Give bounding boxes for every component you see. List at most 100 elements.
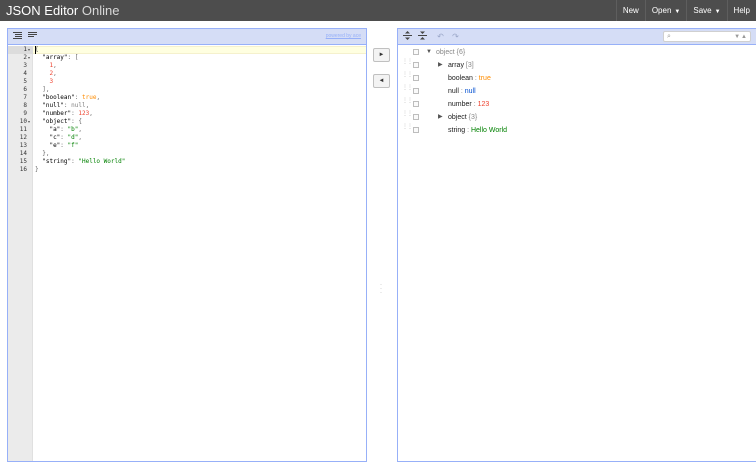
powered-by-ace-link[interactable]: powered by ace — [326, 33, 361, 39]
tree-root-row: ▼ object {6} — [398, 46, 756, 59]
row-select-checkbox[interactable] — [413, 114, 419, 120]
fold-toggle-icon[interactable]: ▾ — [28, 118, 30, 126]
node-key[interactable]: object — [448, 114, 467, 121]
redo-icon: ↷ — [452, 32, 459, 41]
tree-row-null[interactable]: ⋮⋮ null : null — [398, 85, 756, 98]
code-editor-panel: powered by ace 1 ▾ 2 ▾ 3 4 5 6 7 8 9 10 … — [7, 28, 367, 462]
node-field[interactable]: boolean : true — [448, 72, 491, 85]
node-key[interactable]: number — [448, 101, 472, 108]
menu-open[interactable]: Open ▼ — [644, 0, 687, 21]
fold-toggle-icon[interactable]: ▾ — [28, 54, 30, 62]
code-line: "null": null, — [42, 102, 90, 109]
line-number: 14 — [19, 150, 27, 157]
menu-help-label: Help — [733, 6, 750, 15]
logo-title: JSON Editor — [6, 3, 79, 18]
tree-search-input[interactable]: ⌕ ▼▲ — [663, 31, 751, 42]
expand-toggle-icon[interactable]: ▶ — [438, 61, 443, 70]
collapse-all-button[interactable] — [416, 30, 429, 43]
node-key[interactable]: boolean — [448, 75, 473, 82]
drag-handle-icon[interactable]: ⋮⋮ — [402, 59, 413, 69]
format-icon — [13, 32, 22, 39]
line-number: 11 — [19, 126, 27, 133]
fold-toggle-icon[interactable]: ▾ — [28, 46, 30, 54]
code-line: "string": "Hello World" — [42, 158, 126, 165]
node-separator: : — [474, 75, 477, 82]
node-field[interactable]: number : 123 — [448, 98, 489, 111]
collapse-all-icon — [418, 31, 427, 40]
node-key[interactable]: array — [448, 62, 464, 69]
copy-to-tree-button[interactable]: ► — [373, 48, 390, 62]
caret-down-icon: ▼ — [674, 9, 681, 15]
code-line: "c": "d", — [49, 134, 82, 141]
active-line-highlight — [33, 46, 366, 54]
drag-handle-icon[interactable]: ⋮⋮ — [402, 111, 413, 121]
app-header: JSON Editor Online New Open ▼ Save ▼ Help — [0, 0, 756, 21]
node-key[interactable]: string — [448, 127, 465, 134]
node-value[interactable]: null — [465, 88, 476, 95]
expand-toggle-icon[interactable]: ▶ — [438, 113, 443, 122]
code-line: ], — [42, 86, 50, 93]
row-select-checkbox[interactable] — [413, 127, 419, 133]
row-select-checkbox[interactable] — [413, 49, 419, 55]
tree-row-object[interactable]: ⋮⋮ ▶ object {3} — [398, 111, 756, 124]
line-number: 5 — [23, 78, 27, 85]
code-text-area[interactable]: { "array": [ 1, 2, 3 ], "boolean": true,… — [33, 46, 366, 461]
code-line: } — [35, 166, 39, 173]
line-gutter: 1 ▾ 2 ▾ 3 4 5 6 7 8 9 10 ▾ 11 12 13 14 1… — [8, 46, 33, 461]
redo-button[interactable]: ↷ — [449, 30, 462, 43]
search-nav-icon[interactable]: ▼▲ — [734, 32, 748, 42]
row-select-checkbox[interactable] — [413, 75, 419, 81]
compact-icon — [28, 32, 37, 37]
undo-icon: ↶ — [437, 32, 444, 41]
logo-subtitle: Online — [81, 3, 120, 18]
menu-new[interactable]: New — [615, 0, 645, 21]
tree-editor-panel: ↶ ↷ ⌕ ▼▲ ▼ object {6} ⋮⋮ ▶ array [3] ⋮⋮ … — [397, 28, 756, 462]
caret-down-icon: ▼ — [714, 9, 721, 15]
node-count: [3] — [465, 62, 474, 69]
node-value[interactable]: Hello World — [471, 127, 507, 134]
line-number: 2 — [23, 54, 27, 61]
compact-button[interactable] — [26, 30, 39, 43]
app-logo: JSON Editor Online — [6, 2, 119, 19]
row-select-checkbox[interactable] — [413, 101, 419, 107]
root-node-label: object {6} — [436, 46, 465, 59]
tree-row-array[interactable]: ⋮⋮ ▶ array [3] — [398, 59, 756, 72]
code-line: 3 — [49, 78, 54, 85]
menu-new-label: New — [622, 6, 639, 15]
drag-handle-icon[interactable]: ⋮⋮ — [402, 85, 413, 95]
node-value[interactable]: true — [479, 75, 491, 82]
drag-handle-icon[interactable]: ⋮⋮ — [402, 124, 413, 134]
drag-handle-icon[interactable]: ⋮⋮ — [402, 72, 413, 82]
menu-help[interactable]: Help — [726, 0, 756, 21]
search-icon: ⌕ — [667, 33, 671, 40]
code-line: "e": "f" — [49, 142, 79, 149]
arrow-left-icon: ◄ — [378, 78, 385, 84]
main-menu: New Open ▼ Save ▼ Help — [615, 0, 756, 21]
node-field[interactable]: array [3] — [448, 59, 474, 72]
line-number: 7 — [23, 94, 27, 101]
code-line: "array": [ — [42, 54, 79, 61]
node-field[interactable]: null : null — [448, 85, 476, 98]
tree-row-number[interactable]: ⋮⋮ number : 123 — [398, 98, 756, 111]
node-value[interactable]: 123 — [478, 101, 490, 108]
tree-row-string[interactable]: ⋮⋮ string : Hello World — [398, 124, 756, 137]
line-number: 16 — [19, 166, 27, 173]
expand-toggle-icon[interactable]: ▼ — [426, 48, 432, 57]
code-line: }, — [42, 150, 50, 157]
expand-all-button[interactable] — [401, 30, 414, 43]
drag-handle-icon[interactable]: ⋮⋮ — [402, 98, 413, 108]
menu-save[interactable]: Save ▼ — [686, 0, 726, 21]
code-toolbar: powered by ace — [8, 29, 366, 45]
copy-to-code-button[interactable]: ◄ — [373, 74, 390, 88]
line-number: 4 — [23, 70, 27, 77]
format-button[interactable] — [11, 30, 24, 43]
undo-button[interactable]: ↶ — [434, 30, 447, 43]
row-select-checkbox[interactable] — [413, 88, 419, 94]
row-select-checkbox[interactable] — [413, 62, 419, 68]
line-number: 8 — [23, 102, 27, 109]
tree-row-boolean[interactable]: ⋮⋮ boolean : true — [398, 72, 756, 85]
node-field[interactable]: string : Hello World — [448, 124, 507, 137]
node-key[interactable]: null — [448, 88, 459, 95]
splitter-handle[interactable]: · · · — [380, 282, 383, 296]
node-field[interactable]: object {3} — [448, 111, 477, 124]
